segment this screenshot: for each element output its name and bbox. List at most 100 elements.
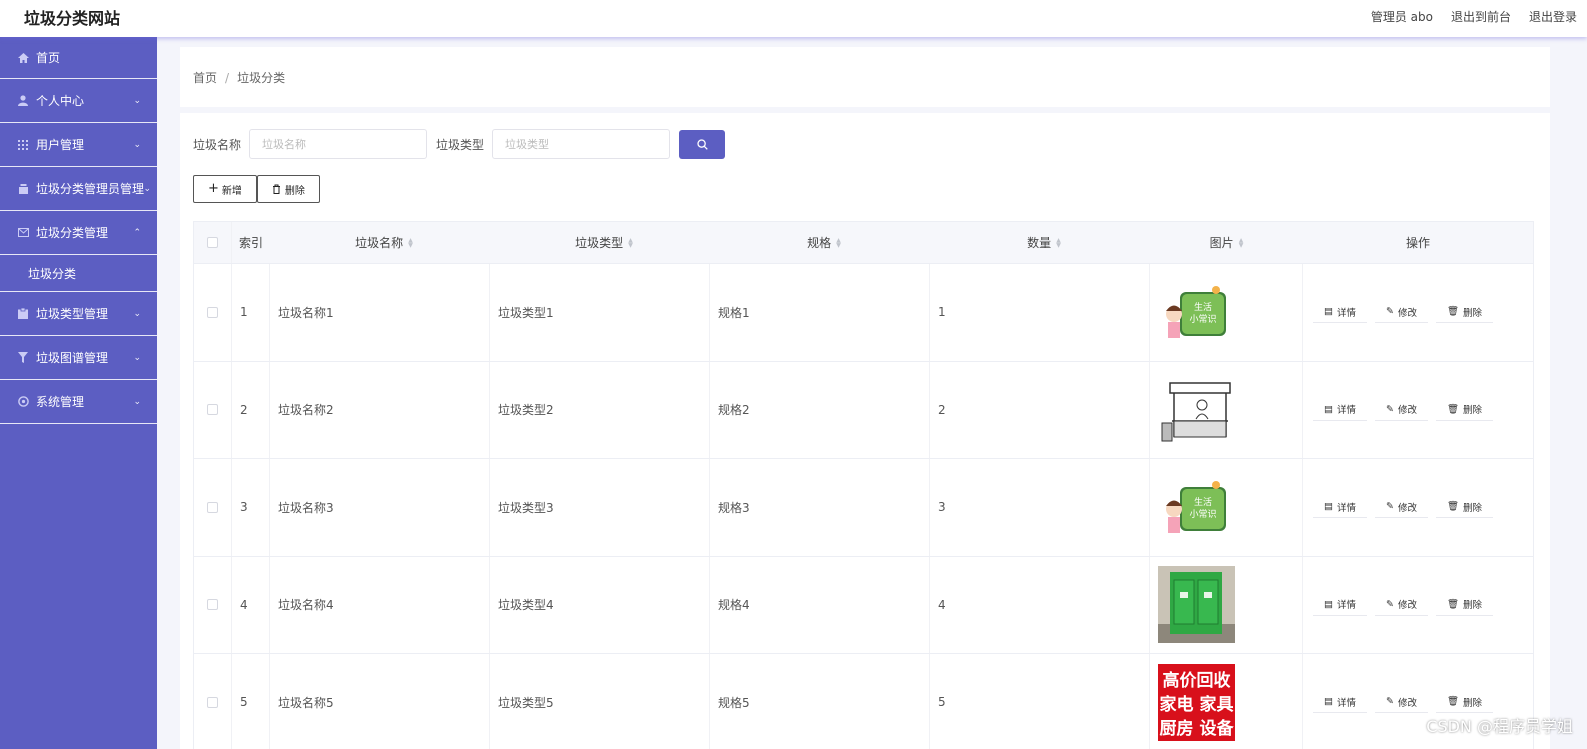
cell-qty: 3: [930, 459, 1150, 556]
table-row: 3 垃圾名称3 垃圾类型3 规格3 3 生活 小常识 ▤ 详情 ✎ 修改 🗑 删…: [194, 459, 1533, 557]
cell-type: 垃圾类型2: [490, 361, 710, 458]
trash-icon: 🗑: [1446, 306, 1460, 318]
sort-icon[interactable]: ▲ ▼: [628, 237, 633, 248]
edit-icon: ✎: [1386, 403, 1394, 415]
cell-index: 4: [232, 556, 270, 653]
cell-spec: 规格2: [710, 361, 930, 458]
detail-button[interactable]: ▤ 详情: [1313, 301, 1367, 324]
grid-icon: [17, 139, 29, 151]
user-icon: [17, 95, 29, 107]
clipboard-icon: [17, 308, 29, 320]
chevron-down-icon: ⌄: [143, 183, 151, 194]
delete-button[interactable]: 🗑 删除: [1435, 691, 1494, 714]
header-qty[interactable]: 数量 ▲ ▼: [930, 222, 1150, 263]
funnel-icon: [17, 352, 29, 364]
logout-link[interactable]: 退出登录: [1529, 8, 1577, 25]
detail-button[interactable]: ▤ 详情: [1313, 496, 1367, 519]
edit-icon: ✎: [1386, 598, 1394, 610]
sort-icon[interactable]: ▲ ▼: [1056, 237, 1061, 248]
add-button-label: 新增: [221, 185, 242, 197]
detail-icon: ▤: [1324, 598, 1333, 610]
sidebar-item-home[interactable]: 首页: [0, 37, 157, 79]
header-name[interactable]: 垃圾名称 ▲ ▼: [270, 222, 490, 263]
svg-text:高价回收: 高价回收: [1163, 670, 1231, 691]
sidebar-subitem-classification[interactable]: 垃圾分类: [0, 255, 157, 292]
detail-button[interactable]: ▤ 详情: [1313, 594, 1367, 616]
add-button[interactable]: + 新增: [193, 175, 257, 203]
sidebar-item-type-management[interactable]: 垃圾类型管理 ⌄: [0, 292, 157, 336]
delete-button[interactable]: 🗑 删除: [1435, 594, 1494, 616]
sort-icon[interactable]: ▲ ▼: [836, 237, 841, 248]
back-to-front-link[interactable]: 退出到前台: [1451, 8, 1511, 25]
row-checkbox[interactable]: [207, 696, 218, 708]
delete-button[interactable]: 🗑 删除: [1435, 399, 1494, 421]
svg-text:小常识: 小常识: [1189, 508, 1216, 520]
sidebar-item-personal[interactable]: 个人中心 ⌄: [0, 79, 157, 123]
edit-button[interactable]: ✎ 修改: [1375, 594, 1428, 616]
header-spec[interactable]: 规格 ▲ ▼: [710, 222, 930, 263]
chevron-down-icon: ⌄: [133, 95, 141, 106]
type-search-label: 垃圾类型: [436, 137, 485, 152]
stall-sketch-image[interactable]: [1158, 371, 1235, 449]
sidebar-item-system-management[interactable]: 系统管理 ⌄: [0, 380, 157, 424]
life-tips-image[interactable]: 生活 小常识: [1158, 468, 1235, 546]
header-index: 索引: [239, 236, 264, 250]
recycle-sign-image[interactable]: 高价回收 家电 家具 厨房 设备: [1158, 663, 1235, 741]
trash-icon: 🗑: [1446, 403, 1460, 415]
cell-type: 垃圾类型4: [490, 556, 710, 653]
edit-button[interactable]: ✎ 修改: [1375, 301, 1428, 324]
green-bin-image[interactable]: [1158, 566, 1235, 644]
sidebar-item-label: 首页: [36, 51, 61, 65]
delete-button-label: 删除: [284, 185, 305, 197]
svg-text:小常识: 小常识: [1189, 313, 1216, 325]
admin-label[interactable]: 管理员 abo: [1371, 8, 1433, 25]
svg-text:厨房 设备: 厨房 设备: [1160, 718, 1235, 739]
sidebar-item-admin-management[interactable]: 垃圾分类管理员管理 ⌄: [0, 167, 157, 211]
top-bar: 垃圾分类网站 管理员 abo 退出到前台 退出登录: [0, 0, 1587, 37]
table-row: 5 垃圾名称5 垃圾类型5 规格5 5 高价回收 家电 家具 厨房 设备 ▤ 详情…: [194, 654, 1533, 749]
data-table: 索引 垃圾名称 ▲ ▼ 垃圾类型 ▲ ▼ 规格 ▲ ▼ 数量 ▲ ▼ 图片 ▲ ▼ 操作 1 垃圾名…: [193, 221, 1534, 749]
row-checkbox[interactable]: [207, 599, 218, 611]
cell-spec: 规格1: [710, 264, 930, 361]
cell-type: 垃圾类型3: [490, 459, 710, 556]
edit-button[interactable]: ✎ 修改: [1375, 691, 1428, 714]
batch-delete-button[interactable]: 删除: [256, 175, 320, 203]
table-row: 1 垃圾名称1 垃圾类型1 规格1 1 生活 小常识 ▤ 详情 ✎ 修改 🗑 删…: [194, 264, 1533, 362]
row-checkbox[interactable]: [207, 306, 218, 318]
cell-name: 垃圾名称4: [270, 556, 490, 653]
row-checkbox[interactable]: [207, 404, 218, 416]
select-all-checkbox[interactable]: [207, 237, 218, 248]
svg-text:家电 家具: 家电 家具: [1160, 694, 1234, 715]
sidebar-item-users[interactable]: 用户管理 ⌄: [0, 123, 157, 167]
cell-index: 2: [232, 361, 270, 458]
life-tips-image[interactable]: 生活 小常识: [1158, 273, 1235, 351]
sort-icon[interactable]: ▲ ▼: [408, 237, 413, 248]
header-image[interactable]: 图片 ▲ ▼: [1150, 222, 1303, 263]
table-row: 4 垃圾名称4 垃圾类型4 规格4 4 ▤ 详情 ✎ 修改 🗑 删除: [194, 556, 1533, 654]
sort-icon[interactable]: ▲ ▼: [1239, 237, 1244, 248]
row-checkbox[interactable]: [207, 501, 218, 513]
trash-icon: 🗑: [1446, 598, 1460, 610]
trash-icon: 🗑: [1446, 501, 1460, 513]
plus-icon: +: [208, 181, 219, 196]
sidebar-item-classification-management[interactable]: 垃圾分类管理 ⌃: [0, 211, 157, 255]
detail-button[interactable]: ▤ 详情: [1313, 399, 1367, 421]
delete-button[interactable]: 🗑 删除: [1435, 301, 1494, 324]
chevron-down-icon: ⌄: [133, 139, 141, 150]
detail-icon: ▤: [1324, 501, 1333, 513]
name-search-input[interactable]: [249, 129, 428, 159]
detail-button[interactable]: ▤ 详情: [1313, 691, 1367, 714]
type-search-input[interactable]: [492, 129, 671, 159]
edit-button[interactable]: ✎ 修改: [1375, 496, 1428, 519]
search-button[interactable]: [679, 129, 726, 159]
cell-index: 5: [232, 654, 270, 749]
edit-icon: ✎: [1386, 696, 1394, 708]
svg-text:生活: 生活: [1194, 496, 1212, 508]
name-search-label: 垃圾名称: [193, 137, 242, 152]
sidebar-item-atlas-management[interactable]: 垃圾图谱管理 ⌄: [0, 336, 157, 380]
delete-button[interactable]: 🗑 删除: [1435, 496, 1494, 519]
edit-button[interactable]: ✎ 修改: [1375, 399, 1428, 421]
breadcrumb-home[interactable]: 首页: [193, 71, 217, 85]
cell-spec: 规格4: [710, 556, 930, 653]
header-type[interactable]: 垃圾类型 ▲ ▼: [490, 222, 710, 263]
